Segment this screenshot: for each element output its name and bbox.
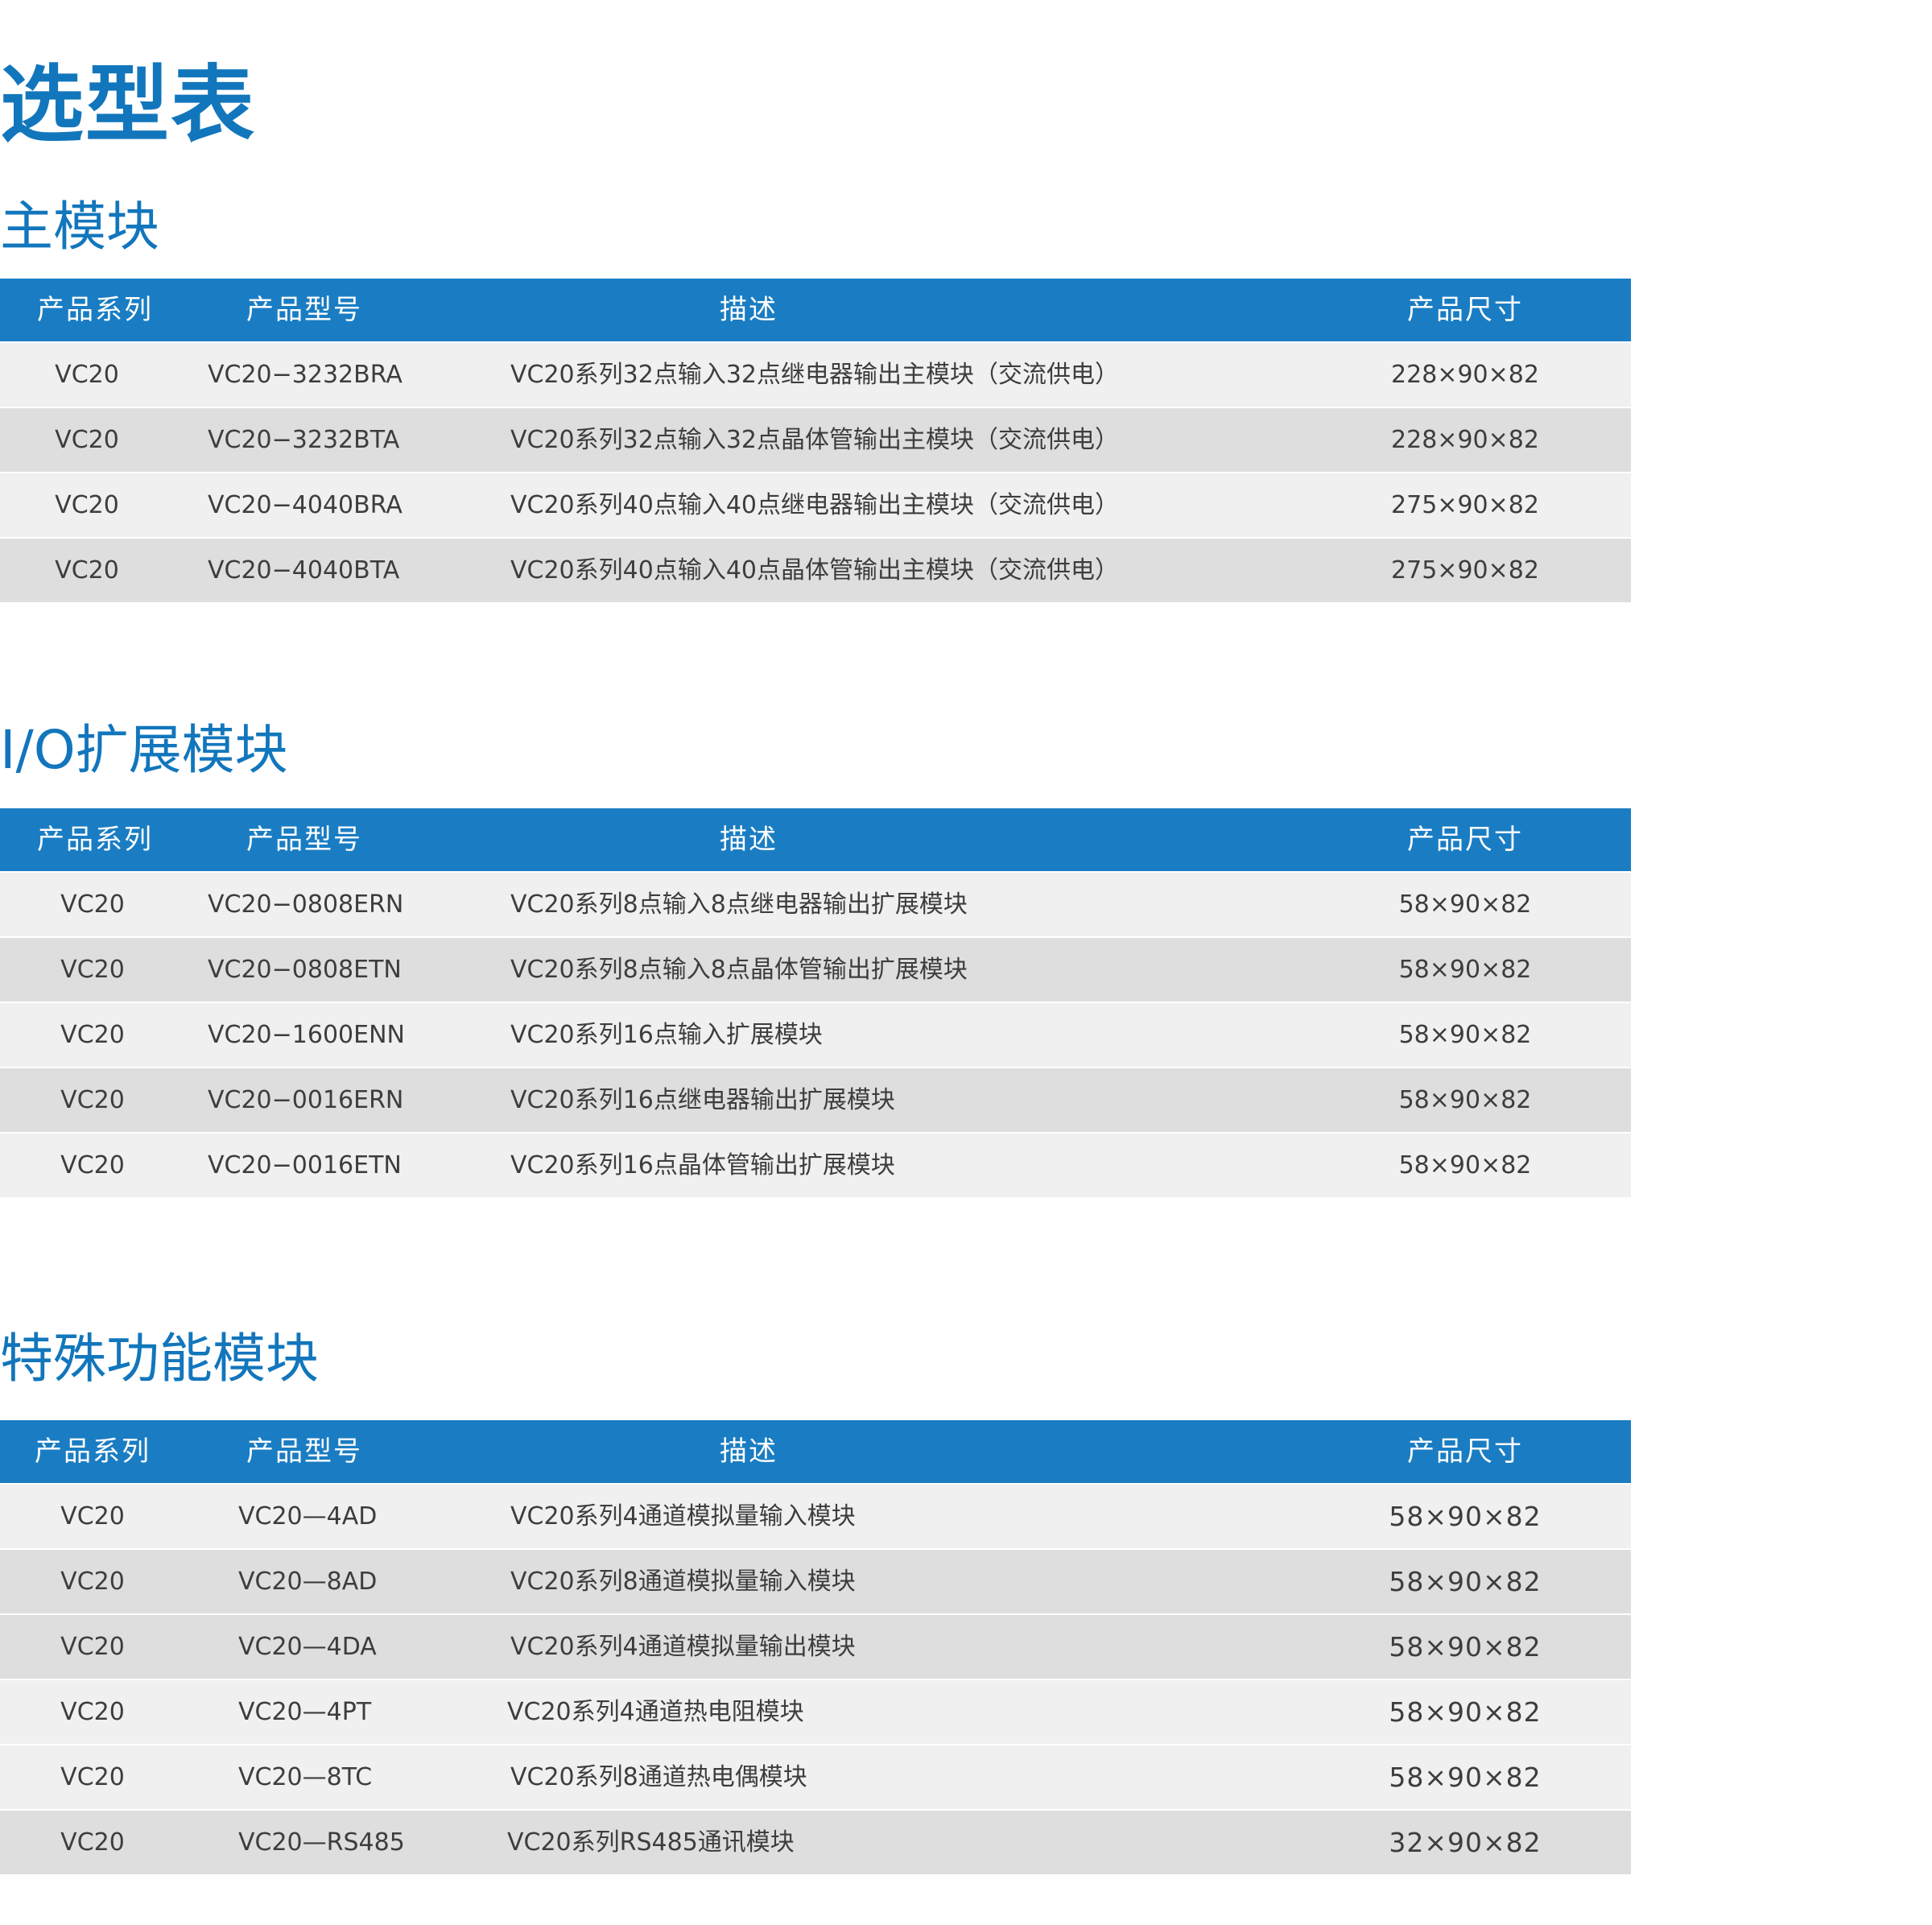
cell-description: VC20系列32点输入32点晶体管输出主模块（交流供电）: [510, 426, 1119, 454]
cell-model: VC20—4PT: [238, 1698, 372, 1726]
header-description: 描述: [720, 824, 778, 856]
cell-series: VC20: [55, 426, 119, 454]
table-header: 产品系列 产品型号 描述 产品尺寸: [0, 279, 1631, 341]
table-row: VC20 VC20—4PT VC20系列4通道热电阻模块 58×90×82: [0, 1679, 1631, 1744]
cell-series: VC20: [60, 890, 125, 919]
cell-series: VC20: [55, 556, 119, 585]
cell-series: VC20: [60, 1502, 125, 1530]
section-title-io-expansion-module: I/O扩展模块: [0, 719, 288, 781]
table-row: VC20 VC20−0808ERN VC20系列8点输入8点继电器输出扩展模块 …: [0, 871, 1631, 936]
table-row: VC20 VC20—4AD VC20系列4通道模拟量输入模块 58×90×82: [0, 1483, 1631, 1548]
cell-series: VC20: [60, 1698, 125, 1726]
cell-series: VC20: [55, 491, 119, 519]
cell-description: VC20系列16点晶体管输出扩展模块: [510, 1151, 895, 1179]
cell-description: VC20系列40点输入40点晶体管输出主模块（交流供电）: [510, 556, 1119, 585]
header-size: 产品尺寸: [1407, 824, 1523, 856]
cell-series: VC20: [60, 1151, 125, 1179]
cell-description: VC20系列8通道热电偶模块: [510, 1763, 807, 1791]
cell-description: VC20系列8点输入8点继电器输出扩展模块: [510, 890, 968, 919]
table-row: VC20 VC20−0808ETN VC20系列8点输入8点晶体管输出扩展模块 …: [0, 936, 1631, 1002]
table-row: VC20 VC20—8TC VC20系列8通道热电偶模块 58×90×82: [0, 1744, 1631, 1809]
table-row: VC20 VC20—8AD VC20系列8通道模拟量输入模块 58×90×82: [0, 1548, 1631, 1613]
section-title-main-module: 主模块: [0, 196, 159, 258]
cell-model: VC20−4040BTA: [208, 556, 400, 585]
header-description: 描述: [720, 294, 778, 326]
cell-model: VC20−0016ETN: [208, 1151, 402, 1179]
table-row: VC20 VC20—RS485 VC20系列RS485通讯模块 32×90×82: [0, 1809, 1631, 1874]
table-row: VC20 VC20−3232BRA VC20系列32点输入32点继电器输出主模块…: [0, 341, 1631, 407]
cell-series: VC20: [60, 1568, 125, 1596]
cell-size: 228×90×82: [1391, 426, 1539, 454]
table-header: 产品系列 产品型号 描述 产品尺寸: [0, 808, 1631, 871]
cell-model: VC20—4DA: [238, 1633, 377, 1661]
cell-model: VC20−1600ENN: [208, 1021, 405, 1049]
table-row: VC20 VC20−0016ETN VC20系列16点晶体管输出扩展模块 58×…: [0, 1132, 1631, 1197]
cell-size: 275×90×82: [1391, 556, 1539, 585]
cell-series: VC20: [60, 1086, 125, 1114]
header-model: 产品型号: [246, 1435, 362, 1468]
table-row: VC20 VC20−4040BTA VC20系列40点输入40点晶体管输出主模块…: [0, 537, 1631, 602]
cell-size: 58×90×82: [1389, 1631, 1542, 1663]
cell-description: VC20系列4通道热电阻模块: [507, 1698, 804, 1726]
io-expansion-table: 产品系列 产品型号 描述 产品尺寸 VC20 VC20−0808ERN VC20…: [0, 808, 1631, 1197]
cell-description: VC20系列4通道模拟量输出模块: [510, 1633, 856, 1661]
cell-size: 58×90×82: [1389, 1762, 1542, 1793]
cell-description: VC20系列RS485通讯模块: [507, 1828, 795, 1857]
cell-description: VC20系列4通道模拟量输入模块: [510, 1502, 856, 1530]
page-title: 选型表: [0, 56, 257, 154]
cell-model: VC20−4040BRA: [208, 491, 402, 519]
cell-size: 58×90×82: [1398, 1151, 1532, 1179]
table-row: VC20 VC20−3232BTA VC20系列32点输入32点晶体管输出主模块…: [0, 407, 1631, 472]
header-series: 产品系列: [37, 294, 153, 326]
cell-series: VC20: [55, 361, 119, 389]
cell-series: VC20: [60, 1763, 125, 1791]
header-series: 产品系列: [37, 824, 153, 856]
table-row: VC20 VC20—4DA VC20系列4通道模拟量输出模块 58×90×82: [0, 1613, 1631, 1679]
header-size: 产品尺寸: [1407, 294, 1523, 326]
table-row: VC20 VC20−4040BRA VC20系列40点输入40点继电器输出主模块…: [0, 472, 1631, 537]
cell-model: VC20—8AD: [238, 1568, 378, 1596]
header-series: 产品系列: [35, 1435, 151, 1468]
cell-size: 275×90×82: [1391, 491, 1539, 519]
cell-size: 58×90×82: [1398, 956, 1532, 984]
cell-size: 228×90×82: [1391, 361, 1539, 389]
cell-model: VC20−0808ERN: [208, 890, 404, 919]
cell-size: 58×90×82: [1389, 1566, 1542, 1597]
cell-series: VC20: [60, 1633, 125, 1661]
cell-model: VC20−3232BRA: [208, 361, 402, 389]
cell-description: VC20系列8通道模拟量输入模块: [510, 1568, 856, 1596]
cell-description: VC20系列32点输入32点继电器输出主模块（交流供电）: [510, 361, 1119, 389]
cell-size: 58×90×82: [1398, 1021, 1532, 1049]
cell-model: VC20−3232BTA: [208, 426, 400, 454]
cell-size: 58×90×82: [1398, 890, 1532, 919]
section-title-special-function-module: 特殊功能模块: [0, 1328, 319, 1390]
cell-size: 58×90×82: [1398, 1086, 1532, 1114]
table-row: VC20 VC20−0016ERN VC20系列16点继电器输出扩展模块 58×…: [0, 1067, 1631, 1132]
cell-model: VC20—8TC: [238, 1763, 373, 1791]
cell-model: VC20—RS485: [238, 1828, 405, 1857]
cell-size: 58×90×82: [1389, 1501, 1542, 1532]
cell-size: 58×90×82: [1389, 1696, 1542, 1728]
cell-description: VC20系列8点输入8点晶体管输出扩展模块: [510, 956, 968, 984]
header-description: 描述: [720, 1435, 778, 1468]
header-model: 产品型号: [246, 294, 362, 326]
cell-series: VC20: [60, 1828, 125, 1857]
cell-model: VC20−0808ETN: [208, 956, 402, 984]
special-function-table: 产品系列 产品型号 描述 产品尺寸 VC20 VC20—4AD VC20系列4通…: [0, 1420, 1631, 1874]
table-header: 产品系列 产品型号 描述 产品尺寸: [0, 1420, 1631, 1483]
cell-description: VC20系列40点输入40点继电器输出主模块（交流供电）: [510, 491, 1119, 519]
main-module-table: 产品系列 产品型号 描述 产品尺寸 VC20 VC20−3232BRA VC20…: [0, 279, 1631, 602]
cell-description: VC20系列16点继电器输出扩展模块: [510, 1086, 895, 1114]
cell-description: VC20系列16点输入扩展模块: [510, 1021, 823, 1049]
cell-model: VC20−0016ERN: [208, 1086, 404, 1114]
table-row: VC20 VC20−1600ENN VC20系列16点输入扩展模块 58×90×…: [0, 1002, 1631, 1067]
cell-size: 32×90×82: [1389, 1827, 1542, 1858]
cell-series: VC20: [60, 956, 125, 984]
header-size: 产品尺寸: [1407, 1435, 1523, 1468]
cell-series: VC20: [60, 1021, 125, 1049]
header-model: 产品型号: [246, 824, 362, 856]
cell-model: VC20—4AD: [238, 1502, 378, 1530]
